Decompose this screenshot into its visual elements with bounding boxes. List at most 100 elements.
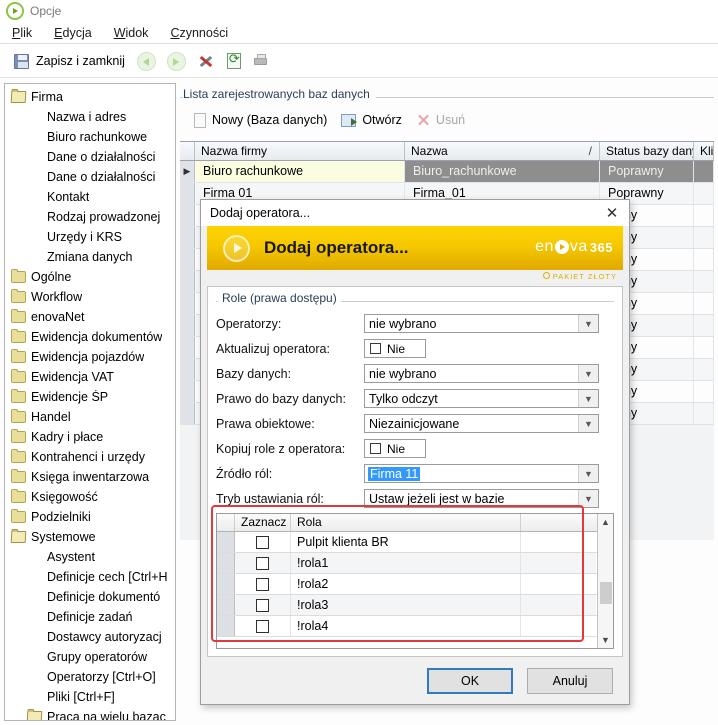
chevron-down-icon[interactable]: ▼ [578, 365, 598, 382]
checkbox-control-1[interactable]: Nie [364, 339, 426, 358]
sidebar-item-4[interactable]: Dane o działalności [5, 167, 175, 187]
arrow-back-icon[interactable] [136, 52, 156, 71]
sidebar-item-3[interactable]: Dane o działalności [5, 147, 175, 167]
checkbox-icon[interactable] [256, 535, 269, 549]
checkbox-control-5[interactable]: Nie [364, 439, 426, 458]
menu-edycja[interactable]: Edycja [54, 26, 92, 40]
sidebar-item-1[interactable]: Nazwa i adres [5, 107, 175, 127]
roles-row-selector[interactable] [217, 532, 235, 552]
row-selector-cell[interactable] [180, 227, 195, 248]
sidebar-item-9[interactable]: Ogólne [5, 267, 175, 287]
sidebar-item-6[interactable]: Rodzaj prowadzonej [5, 207, 175, 227]
roles-row-checkbox-cell[interactable] [235, 574, 291, 594]
combo-3[interactable]: Tylko odczyt ▼ [364, 389, 599, 408]
roles-row[interactable]: !rola1 [217, 553, 597, 574]
roles-row-selector[interactable] [217, 553, 235, 573]
roles-row-checkbox-cell[interactable] [235, 553, 291, 573]
column-header-nazwa[interactable]: Nazwa / [405, 142, 600, 160]
sidebar-item-31[interactable]: Praca na wielu bazac [5, 707, 175, 720]
roles-grid[interactable]: Zaznacz Rola Pulpit klienta BR !rola1 !rol… [216, 513, 614, 649]
sidebar-item-0[interactable]: Firma [5, 87, 175, 107]
row-selector-cell[interactable] [180, 403, 195, 424]
roles-row-checkbox-cell[interactable] [235, 532, 291, 552]
roles-row[interactable]: !rola2 [217, 574, 597, 595]
sidebar-item-15[interactable]: Ewidencje ŚP [5, 387, 175, 407]
roles-row[interactable]: !rola3 [217, 595, 597, 616]
sidebar-item-2[interactable]: Biuro rachunkowe [5, 127, 175, 147]
sidebar-item-20[interactable]: Księgowość [5, 487, 175, 507]
roles-scrollbar[interactable]: ▲ ▼ [597, 514, 613, 648]
roles-row-selector[interactable] [217, 616, 235, 636]
chevron-down-icon[interactable]: ▼ [578, 490, 598, 507]
sidebar-item-5[interactable]: Kontakt [5, 187, 175, 207]
sidebar-item-19[interactable]: Księga inwentarzowa [5, 467, 175, 487]
sidebar-item-14[interactable]: Ewidencja VAT [5, 367, 175, 387]
roles-row-selector[interactable] [217, 595, 235, 615]
chevron-down-icon[interactable]: ▼ [578, 315, 598, 332]
row-selector-cell[interactable] [180, 271, 195, 292]
row-selector-cell[interactable] [180, 381, 195, 402]
sidebar-item-8[interactable]: Zmiana danych [5, 247, 175, 267]
close-icon[interactable]: ✕ [601, 203, 623, 223]
sidebar-item-16[interactable]: Handel [5, 407, 175, 427]
sidebar-item-17[interactable]: Kadry i płace [5, 427, 175, 447]
checkbox-icon[interactable] [370, 343, 381, 354]
open-button[interactable]: Otwórz [341, 113, 402, 127]
row-selector-cell[interactable] [180, 315, 195, 336]
new-database-button[interactable]: Nowy (Baza danych) [194, 112, 327, 128]
combo-0[interactable]: nie wybrano ▼ [364, 314, 599, 333]
sidebar-item-26[interactable]: Definicje zadań [5, 607, 175, 627]
combo-4[interactable]: Niezainicjowane ▼ [364, 414, 599, 433]
sidebar-item-10[interactable]: Workflow [5, 287, 175, 307]
roles-scrollbar-thumb[interactable] [599, 582, 612, 604]
menu-plik[interactable]: Plik [12, 26, 32, 40]
column-header-nazwa-firmy[interactable]: Nazwa firmy [195, 142, 405, 160]
roles-column-header-blank[interactable] [521, 514, 596, 531]
roles-row[interactable]: !rola4 [217, 616, 597, 637]
checkbox-icon[interactable] [256, 619, 269, 633]
sidebar-item-30[interactable]: Pliki [Ctrl+F] [5, 687, 175, 707]
navigation-sidebar[interactable]: Firma Nazwa i adres Biuro rachunkowe Dane o… [4, 83, 176, 721]
table-row[interactable]: ▶ Biuro rachunkowe Biuro_rachunkowe Poprawn… [180, 161, 714, 183]
sidebar-item-13[interactable]: Ewidencja pojazdów [5, 347, 175, 367]
row-selector-cell[interactable] [180, 337, 195, 358]
chevron-down-icon[interactable]: ▼ [578, 390, 598, 407]
sidebar-item-22[interactable]: Systemowe [5, 527, 175, 547]
combo-7[interactable]: Ustaw jeżeli jest w bazie ▼ [364, 489, 599, 508]
row-selector-cell[interactable] [180, 293, 195, 314]
combo-2[interactable]: nie wybrano ▼ [364, 364, 599, 383]
menu-widok[interactable]: Widok [114, 26, 149, 40]
combo-6[interactable]: Firma 11 ▼ [364, 464, 599, 483]
roles-column-header-rola[interactable]: Rola [291, 514, 521, 531]
checkbox-icon[interactable] [256, 598, 269, 612]
checkbox-icon[interactable] [256, 556, 269, 570]
row-selector-cell[interactable] [180, 249, 195, 270]
sidebar-item-11[interactable]: enovaNet [5, 307, 175, 327]
ok-button[interactable]: OK [427, 668, 513, 694]
sidebar-item-28[interactable]: Grupy operatorów [5, 647, 175, 667]
sidebar-item-21[interactable]: Podzielniki [5, 507, 175, 527]
row-selector-cell[interactable] [180, 359, 195, 380]
menu-czynnosci[interactable]: Czynności [170, 26, 228, 40]
sidebar-item-29[interactable]: Operatorzy [Ctrl+O] [5, 667, 175, 687]
roles-row-checkbox-cell[interactable] [235, 616, 291, 636]
sidebar-item-24[interactable]: Definicje cech [Ctrl+H [5, 567, 175, 587]
sidebar-item-7[interactable]: Urzędy i KRS [5, 227, 175, 247]
printer-icon[interactable] [253, 53, 271, 69]
checkbox-icon[interactable] [256, 577, 269, 591]
sidebar-item-23[interactable]: Asystent [5, 547, 175, 567]
column-header-status[interactable]: Status bazy dany [600, 142, 694, 160]
column-header-klient[interactable]: Klie [694, 142, 714, 160]
roles-row-checkbox-cell[interactable] [235, 595, 291, 615]
delete-button[interactable]: Usuń [416, 113, 465, 127]
chevron-up-icon[interactable]: ▲ [598, 514, 614, 530]
roles-row[interactable]: Pulpit klienta BR [217, 532, 597, 553]
tools-icon[interactable] [197, 53, 215, 70]
sidebar-item-27[interactable]: Dostawcy autoryzacj [5, 627, 175, 647]
cancel-button[interactable]: Anuluj [527, 668, 613, 694]
sidebar-item-25[interactable]: Definicje dokumentó [5, 587, 175, 607]
row-selector-cell[interactable] [180, 205, 195, 226]
save-and-close-button[interactable]: Zapisz i zamknij [14, 53, 125, 69]
arrow-forward-icon[interactable] [166, 52, 186, 71]
row-selector-cell[interactable] [180, 183, 195, 204]
